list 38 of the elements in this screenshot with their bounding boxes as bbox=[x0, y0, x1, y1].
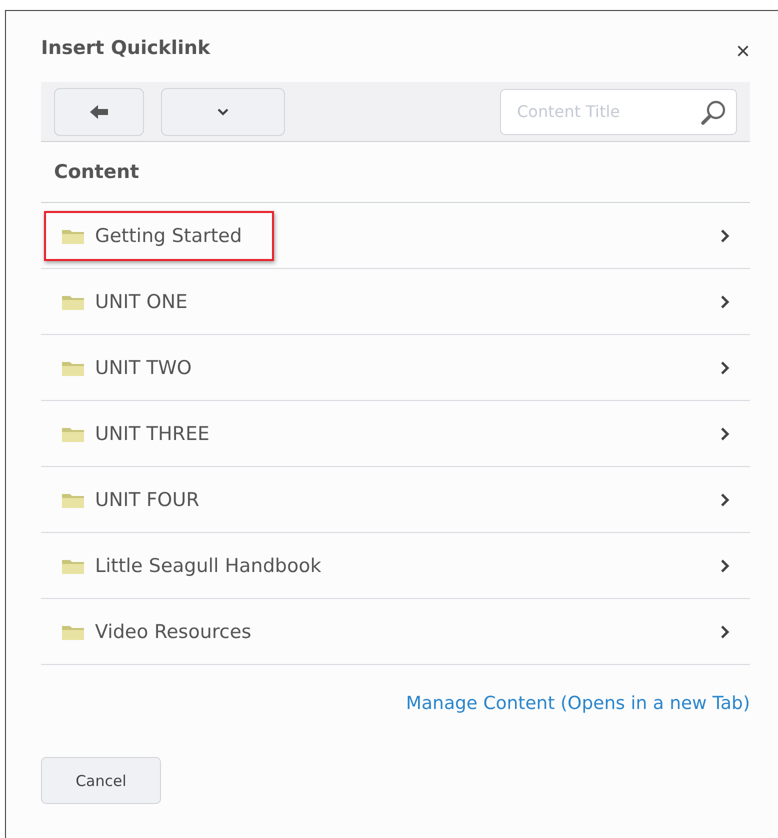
folder-row[interactable]: Little Seagull Handbook bbox=[41, 533, 750, 599]
chevron-right-icon bbox=[720, 360, 730, 374]
folder-icon bbox=[62, 360, 84, 376]
chevron-down-icon bbox=[217, 108, 229, 116]
folder-row[interactable]: UNIT TWO bbox=[41, 335, 750, 401]
folder-row[interactable]: Video Resources bbox=[41, 599, 750, 665]
manage-content-link[interactable]: Manage Content (Opens in a new Tab) bbox=[406, 693, 750, 749]
folder-name: UNIT TWO bbox=[95, 356, 192, 378]
folder-name: Little Seagull Handbook bbox=[95, 554, 322, 576]
folder-name: Getting Started bbox=[95, 224, 242, 246]
folder-icon bbox=[62, 492, 84, 508]
folder-name: Video Resources bbox=[95, 620, 252, 642]
folder-name: UNIT FOUR bbox=[95, 488, 200, 510]
folder-row[interactable]: Getting Started bbox=[41, 203, 750, 269]
back-button[interactable] bbox=[54, 88, 144, 136]
close-button[interactable]: × bbox=[736, 40, 750, 64]
section-heading: Content bbox=[41, 142, 750, 203]
search-field[interactable]: Content Title bbox=[500, 88, 737, 134]
folder-row[interactable]: UNIT ONE bbox=[41, 269, 750, 335]
cancel-button[interactable]: Cancel bbox=[41, 757, 161, 804]
chevron-right-icon bbox=[720, 294, 730, 308]
folder-icon bbox=[62, 426, 84, 442]
search-icon bbox=[701, 98, 727, 124]
folder-icon bbox=[62, 624, 84, 640]
chevron-right-icon bbox=[720, 492, 730, 506]
chevron-right-icon bbox=[720, 228, 730, 242]
folder-name: UNIT ONE bbox=[95, 290, 188, 312]
folder-icon bbox=[62, 294, 84, 310]
folder-icon bbox=[62, 228, 84, 244]
chevron-right-icon bbox=[720, 426, 730, 440]
folder-row[interactable]: UNIT THREE bbox=[41, 401, 750, 467]
dialog-title: Insert Quicklink bbox=[41, 36, 210, 58]
left-arrow-icon bbox=[90, 104, 108, 118]
chevron-right-icon bbox=[720, 558, 730, 572]
folder-icon bbox=[62, 558, 84, 574]
chevron-right-icon bbox=[720, 624, 730, 638]
folder-row[interactable]: UNIT FOUR bbox=[41, 467, 750, 533]
folder-name: UNIT THREE bbox=[95, 422, 210, 444]
